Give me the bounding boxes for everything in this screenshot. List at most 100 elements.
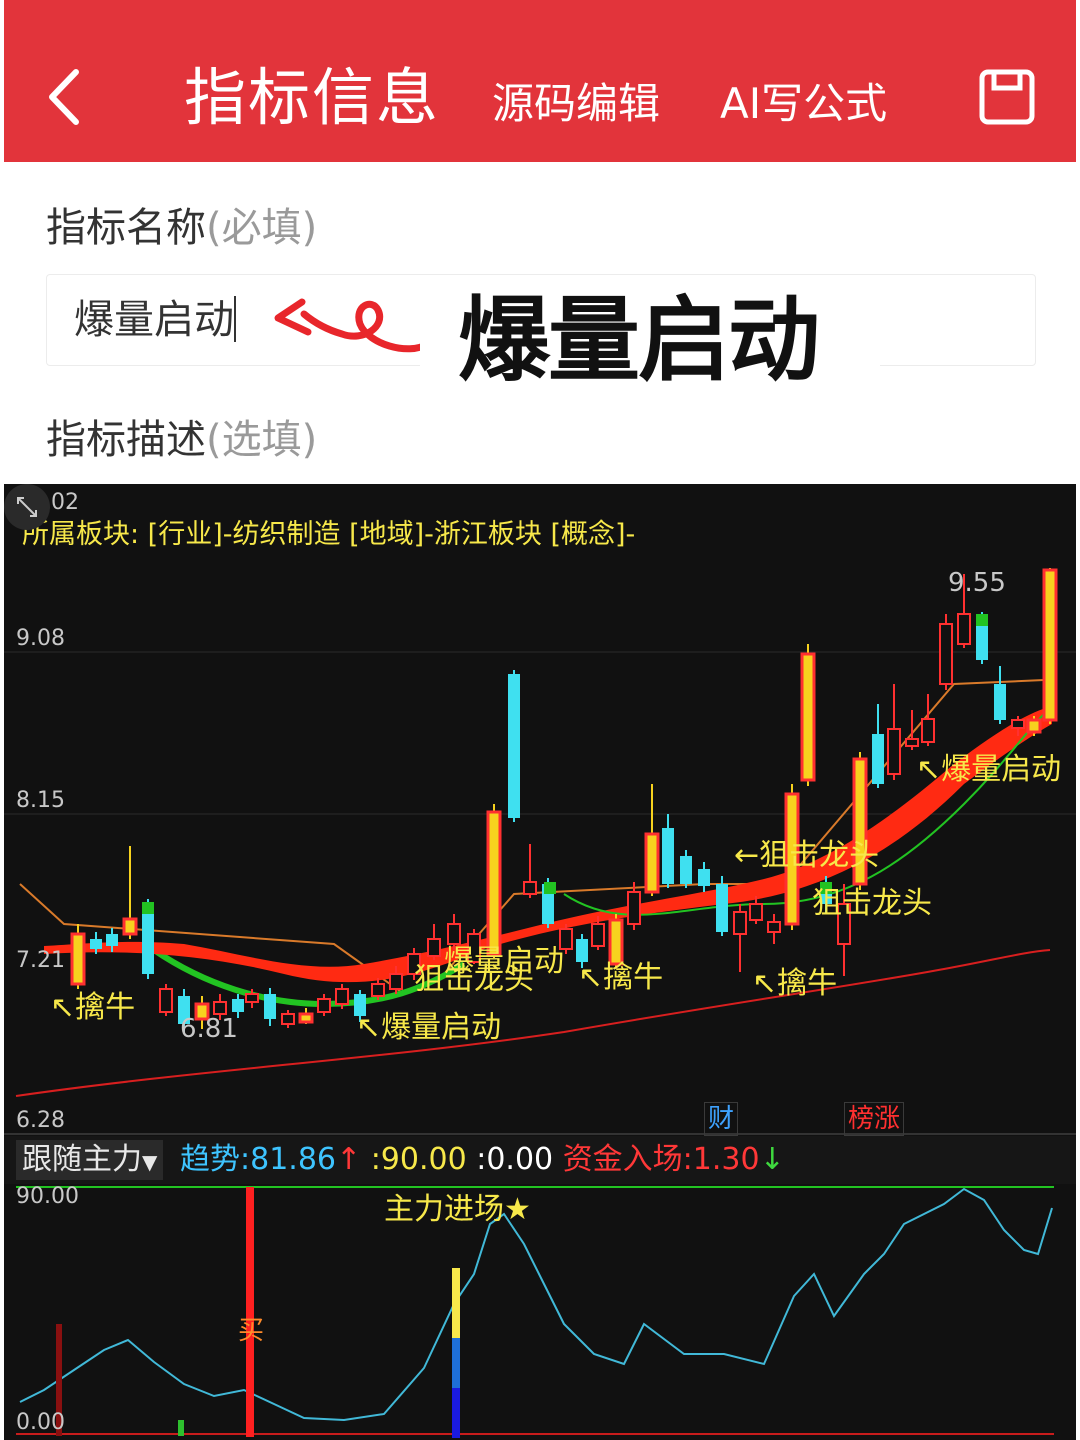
indicator-name-value: 爆量启动	[74, 297, 234, 343]
candle-body	[749, 903, 763, 921]
mark-text: 擒牛	[603, 960, 664, 995]
candle-body	[90, 939, 102, 949]
top-bar: 指标信息 源码编辑 AI写公式	[4, 0, 1076, 162]
value-90: :90.00	[370, 1142, 467, 1177]
candle-body	[591, 923, 605, 947]
main-in-bar-yellow	[452, 1268, 460, 1338]
candle-body	[800, 652, 816, 782]
candle-body	[957, 613, 971, 645]
indicator-desc-label: 指标描述(选填)	[46, 412, 317, 468]
mark-qinniu-2: ↖擒牛	[578, 960, 664, 995]
optional-hint: (选填)	[206, 417, 318, 463]
indicator-select[interactable]: 跟随主力▼	[16, 1140, 164, 1180]
value-0: :0.00	[476, 1142, 554, 1177]
main-in-bar-deep	[452, 1388, 460, 1438]
tab-ai-formula[interactable]: AI写公式	[720, 74, 887, 134]
annotation-text: 爆量启动	[458, 287, 820, 394]
candle-body	[939, 623, 953, 685]
candle-body	[298, 1012, 314, 1024]
candle-body	[508, 674, 520, 818]
price-tick-3: 8.15	[16, 788, 65, 813]
finance-tag[interactable]: 财	[704, 1102, 739, 1136]
trend-line	[19, 1187, 1053, 1422]
mark-text: 狙击龙头	[812, 886, 932, 921]
indicator-name-label: 指标名称(必填)	[46, 200, 317, 256]
candle-body	[371, 983, 385, 997]
mark-baoliang-3: ↖爆量启动	[916, 752, 1062, 787]
save-icon[interactable]	[976, 64, 1040, 128]
fund-value: 资金入场:1.30	[562, 1142, 760, 1177]
sub-tick-top: 90.00	[16, 1184, 79, 1209]
candle-body	[767, 921, 781, 933]
mark-baoliang-2: 爆量启动	[444, 936, 564, 980]
price-tick-bottom: 6.28	[16, 1108, 65, 1133]
annotation-arrow-icon	[274, 298, 432, 353]
name-label-text: 指标名称	[46, 205, 206, 251]
candle-body	[142, 904, 154, 974]
low-price-label: 6.81	[180, 1014, 238, 1044]
desc-label-text: 指标描述	[46, 417, 206, 463]
candle-body	[921, 718, 935, 743]
mark-baoliang-1: ↖爆量启动	[356, 1010, 502, 1045]
fund-arrow-icon: ↓	[759, 1142, 785, 1177]
green-marker	[142, 902, 154, 914]
text-caret	[234, 296, 236, 342]
expand-icon[interactable]	[4, 484, 50, 530]
buy-label: 买	[238, 1316, 265, 1346]
sector-info: 所属板块: [行业]-纺织制造 [地域]-浙江板块 [概念]-	[22, 519, 636, 550]
stock-chart[interactable]: 所属板块: [行业]-纺织制造 [地域]-浙江板块 [概念]- 10.02 9.…	[4, 484, 1076, 1440]
indicator-values: 趋势:81.86↑ :90.00 :0.00 资金入场:1.30↓	[180, 1140, 785, 1180]
mark-qinniu-1: ↖擒牛	[50, 990, 136, 1025]
candle-body	[523, 881, 537, 895]
candle-body	[70, 932, 86, 986]
small-green-bar	[178, 1420, 184, 1436]
candle-body	[887, 728, 901, 775]
candle-body	[232, 999, 244, 1012]
candle-body	[389, 973, 403, 990]
candle-body	[245, 993, 259, 1003]
high-price-label: 9.55	[948, 568, 1006, 598]
triangle-down-icon: ▼	[142, 1150, 158, 1174]
mark-juji-3: 狙击龙头	[812, 878, 932, 922]
candle-body	[317, 998, 331, 1013]
mark-qinniu-3: ↖擒牛	[752, 966, 838, 1001]
candle-body	[106, 934, 118, 946]
candle-body	[994, 684, 1006, 720]
green-marker	[976, 614, 988, 626]
indicator-select-label: 跟随主力	[22, 1142, 142, 1177]
candle-body	[486, 810, 502, 956]
candle-body	[644, 832, 660, 894]
candle-body	[159, 988, 173, 1013]
green-marker	[544, 882, 556, 894]
candle-body	[1042, 568, 1058, 722]
trend-arrow-icon: ↑	[336, 1142, 362, 1177]
candle-body	[281, 1013, 295, 1025]
mark-text: 擒牛	[777, 966, 838, 1001]
candle-body	[627, 891, 641, 925]
tab-source-edit[interactable]: 源码编辑	[492, 74, 660, 134]
candle-body	[662, 828, 674, 884]
mark-text: 爆量启动	[444, 944, 564, 979]
candle-body	[716, 884, 728, 932]
candle-body	[680, 856, 692, 884]
main-in-label: 主力进场★	[384, 1192, 531, 1227]
sub-tick-bottom: 0.00	[16, 1410, 65, 1435]
price-tick-2: 9.08	[16, 626, 65, 651]
price-tick-4: 7.21	[16, 948, 65, 973]
trend-value: 趋势:81.86	[180, 1142, 336, 1177]
candle-body	[1011, 719, 1025, 729]
candle-body	[1026, 718, 1042, 734]
candle-body	[698, 869, 710, 886]
required-hint: (必填)	[206, 205, 318, 251]
candle-body	[122, 917, 138, 936]
candle-body	[213, 1001, 227, 1015]
main-in-bar-blue	[452, 1338, 460, 1388]
chevron-left-icon[interactable]	[40, 62, 90, 132]
page-title: 指标信息	[184, 61, 441, 134]
mark-text: 爆量启动	[941, 752, 1062, 787]
candle-body	[264, 994, 276, 1019]
rank-tag[interactable]: 榜涨	[844, 1102, 905, 1136]
candle-body	[733, 911, 747, 935]
mark-text: 爆量启动	[381, 1010, 502, 1045]
candle-body	[335, 988, 349, 1005]
